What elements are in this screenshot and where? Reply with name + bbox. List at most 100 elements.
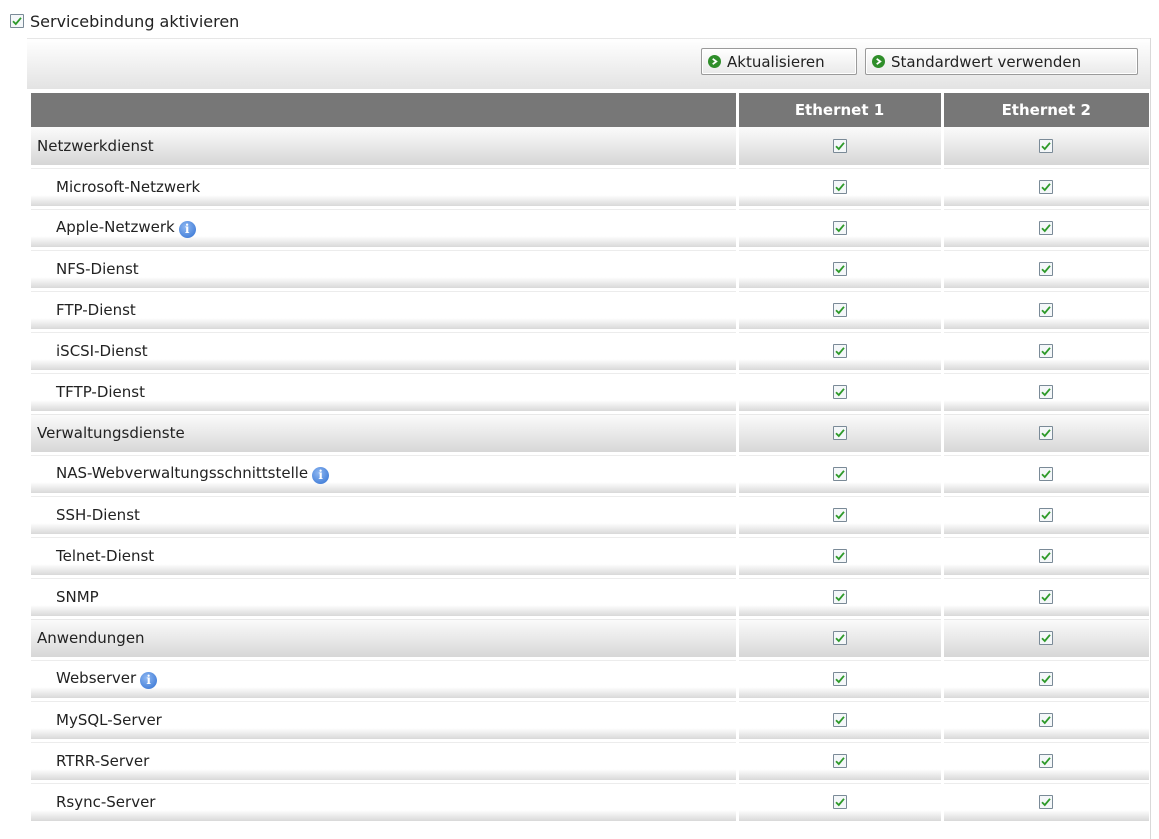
toolbar: Aktualisieren Standardwert verwenden — [27, 38, 1150, 89]
checkmark-icon — [834, 510, 845, 519]
ethernet-1-checkbox[interactable] — [832, 671, 847, 686]
refresh-button[interactable]: Aktualisieren — [701, 48, 857, 75]
checkmark-icon — [834, 633, 845, 642]
ethernet-1-cell — [735, 494, 942, 537]
ethernet-1-checkbox[interactable] — [832, 138, 847, 153]
ethernet-2-checkbox[interactable] — [1039, 712, 1054, 727]
checkmark-icon — [834, 141, 845, 150]
service-name: MySQL-Server — [56, 711, 162, 729]
ethernet-1-cell — [735, 699, 942, 742]
ethernet-2-checkbox[interactable] — [1039, 753, 1054, 768]
ethernet-2-checkbox[interactable] — [1039, 261, 1054, 276]
service-name-cell: Telnet-Dienst — [31, 535, 737, 578]
ethernet-2-cell — [940, 330, 1149, 373]
service-binding-toggle[interactable]: Servicebindung aktivieren — [10, 10, 239, 32]
checkmark-icon — [834, 305, 845, 314]
info-icon[interactable]: i — [140, 671, 158, 689]
ethernet-2-checkbox[interactable] — [1039, 138, 1054, 153]
checkmark-icon — [1041, 469, 1051, 478]
ethernet-2-cell — [940, 127, 1149, 168]
service-name-cell: TFTP-Dienst — [31, 371, 737, 414]
checkmark-icon — [834, 756, 845, 765]
checkmark-icon — [834, 346, 845, 355]
ethernet-1-checkbox[interactable] — [832, 220, 847, 235]
ethernet-1-cell — [735, 412, 942, 455]
service-name-cell: FTP-Dienst — [31, 289, 737, 332]
ethernet-1-checkbox[interactable] — [832, 712, 847, 727]
service-name-cell: Netzwerkdienst — [31, 127, 737, 168]
table-row: NAS-Webverwaltungsschnittstelle i — [31, 453, 1149, 496]
ethernet-2-cell — [940, 412, 1149, 455]
table-row: iSCSI-Dienst — [31, 330, 1149, 373]
checkmark-icon — [1041, 264, 1051, 273]
info-icon[interactable]: i — [178, 220, 196, 238]
ethernet-2-checkbox[interactable] — [1039, 671, 1054, 686]
ethernet-1-checkbox[interactable] — [832, 548, 847, 563]
ethernet-1-checkbox[interactable] — [832, 179, 847, 194]
group-row: Anwendungen — [31, 617, 1149, 660]
table-row: TFTP-Dienst — [31, 371, 1149, 414]
ethernet-1-cell — [735, 166, 942, 209]
table-row: FTP-Dienst — [31, 289, 1149, 332]
checkmark-icon — [834, 797, 845, 806]
group-row: Netzwerkdienst — [31, 127, 1149, 168]
ethernet-2-cell — [940, 207, 1149, 250]
service-name-cell: SSH-Dienst — [31, 494, 737, 537]
table-row: Apple-Netzwerk i — [31, 207, 1149, 250]
ethernet-2-checkbox[interactable] — [1039, 343, 1054, 358]
ethernet-1-checkbox[interactable] — [832, 507, 847, 522]
checkmark-icon — [1041, 305, 1051, 314]
column-header-ethernet-1: Ethernet 1 — [735, 93, 942, 127]
ethernet-1-checkbox[interactable] — [832, 302, 847, 317]
ethernet-2-checkbox[interactable] — [1039, 630, 1054, 645]
ethernet-1-checkbox[interactable] — [832, 261, 847, 276]
ethernet-1-cell — [735, 127, 942, 168]
service-name: SNMP — [56, 588, 99, 606]
ethernet-2-checkbox[interactable] — [1039, 794, 1054, 809]
ethernet-2-cell — [940, 371, 1149, 414]
service-name: Netzwerkdienst — [37, 137, 154, 155]
checkmark-icon — [1041, 141, 1051, 150]
ethernet-2-cell — [940, 740, 1149, 783]
ethernet-1-cell — [735, 453, 942, 496]
ethernet-2-checkbox[interactable] — [1039, 548, 1054, 563]
ethernet-1-cell — [735, 289, 942, 332]
ethernet-1-checkbox[interactable] — [832, 589, 847, 604]
ethernet-1-checkbox[interactable] — [832, 753, 847, 768]
info-icon[interactable]: i — [312, 466, 330, 484]
ethernet-1-checkbox[interactable] — [832, 425, 847, 440]
ethernet-2-checkbox[interactable] — [1039, 220, 1054, 235]
ethernet-2-cell — [940, 699, 1149, 742]
use-default-button[interactable]: Standardwert verwenden — [865, 48, 1138, 75]
ethernet-2-checkbox[interactable] — [1039, 425, 1054, 440]
ethernet-2-checkbox[interactable] — [1039, 589, 1054, 604]
ethernet-1-cell — [735, 248, 942, 291]
checkmark-icon — [834, 223, 845, 232]
service-binding-checkbox[interactable] — [10, 14, 24, 28]
table-row: Rsync-Server — [31, 781, 1149, 824]
ethernet-2-checkbox[interactable] — [1039, 179, 1054, 194]
checkmark-icon — [834, 264, 845, 273]
ethernet-1-checkbox[interactable] — [832, 466, 847, 481]
refresh-button-label: Aktualisieren — [727, 52, 825, 71]
ethernet-2-checkbox[interactable] — [1039, 302, 1054, 317]
group-row: Verwaltungsdienste — [31, 412, 1149, 455]
checkmark-icon — [834, 469, 845, 478]
service-name: NAS-Webverwaltungsschnittstelle — [56, 464, 309, 483]
checkmark-icon — [834, 387, 845, 396]
ethernet-1-cell — [735, 781, 942, 824]
ethernet-2-checkbox[interactable] — [1039, 466, 1054, 481]
checkmark-icon — [1041, 346, 1051, 355]
ethernet-2-cell — [940, 248, 1149, 291]
ethernet-1-checkbox[interactable] — [832, 384, 847, 399]
ethernet-2-cell — [940, 658, 1149, 701]
ethernet-2-checkbox[interactable] — [1039, 384, 1054, 399]
ethernet-1-checkbox[interactable] — [832, 630, 847, 645]
service-name: Telnet-Dienst — [56, 547, 155, 565]
panel-right-border — [1150, 38, 1151, 839]
ethernet-1-checkbox[interactable] — [832, 343, 847, 358]
ethernet-1-checkbox[interactable] — [832, 794, 847, 809]
service-name: Anwendungen — [37, 629, 145, 647]
ethernet-2-cell — [940, 617, 1149, 660]
ethernet-2-checkbox[interactable] — [1039, 507, 1054, 522]
